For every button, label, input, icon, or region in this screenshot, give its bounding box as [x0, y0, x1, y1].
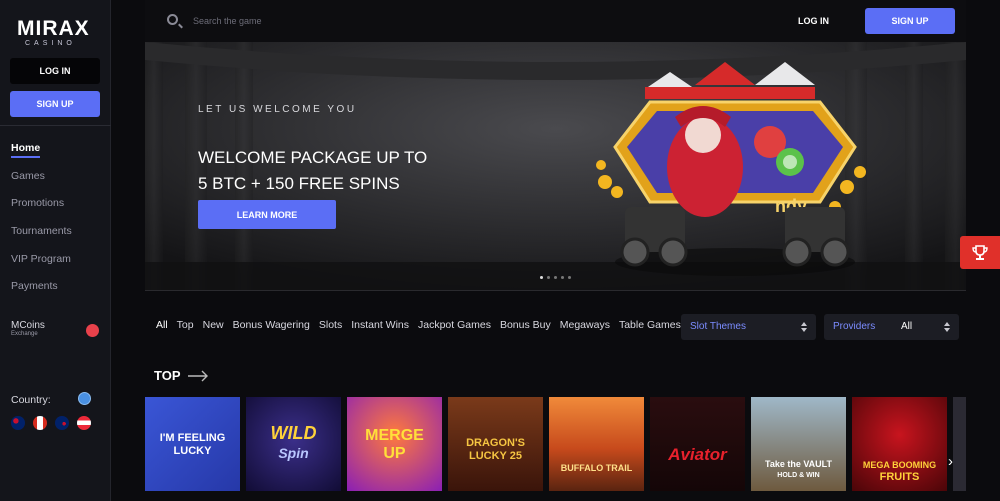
game-title-line: MEGA BOOMING [862, 460, 937, 470]
game-title-line: FRUITS [879, 471, 920, 483]
canada-flag-icon[interactable] [33, 416, 47, 430]
candy-monsta-artwork: ndy [596, 62, 866, 276]
sidebar-divider [0, 125, 111, 126]
carousel-dot[interactable] [561, 276, 564, 279]
chevron-up-down-icon [801, 322, 807, 332]
mcoins-link[interactable]: MCoins Exchange [11, 320, 45, 337]
tournaments-widget-button[interactable] [960, 236, 1000, 269]
game-title: WILD Spin [246, 423, 341, 463]
mirax-logo[interactable]: MIRAX CASINO [17, 18, 92, 48]
search-input[interactable] [193, 12, 493, 30]
sidebar-item-games[interactable]: Games [11, 168, 72, 196]
game-title-line: BUFFALO TRAIL [560, 463, 633, 473]
game-title-line: DRAGON'S [466, 437, 525, 449]
new-zealand-flag-icon[interactable] [55, 416, 69, 430]
game-title: BUFFALO TRAIL [549, 463, 644, 474]
category-filters: All Top New Bonus Wagering Slots Instant… [156, 319, 681, 331]
sidebar: MIRAX CASINO LOG IN SIGN UP Home Games P… [0, 0, 111, 501]
carousel-dot[interactable] [554, 276, 557, 279]
game-card-aviator[interactable]: Aviator [650, 397, 745, 491]
filter-bonus-buy[interactable]: Bonus Buy [500, 319, 551, 331]
sidebar-nav: Home Games Promotions Tournaments VIP Pr… [11, 140, 72, 306]
australia-flag-icon[interactable] [11, 416, 25, 430]
sidebar-item-tournaments[interactable]: Tournaments [11, 223, 72, 251]
banner-title-line-1: WELCOME PACKAGE UP TO [198, 148, 428, 167]
filter-all[interactable]: All [156, 319, 168, 331]
slot-themes-select[interactable]: Slot Themes [681, 314, 816, 340]
filter-instant-wins[interactable]: Instant Wins [351, 319, 409, 331]
trophy-icon [972, 244, 988, 260]
game-card-wild-spin[interactable]: WILD Spin [246, 397, 341, 491]
game-card-im-feeling-lucky[interactable]: I'M FEELING LUCKY [145, 397, 240, 491]
carousel-dot[interactable] [568, 276, 571, 279]
sidebar-item-vip-program[interactable]: VIP Program [11, 251, 72, 279]
chevron-right-icon[interactable]: › [948, 453, 953, 470]
game-title-line: I'M FEELING [159, 432, 226, 444]
header-signup-button[interactable]: SIGN UP [865, 8, 955, 34]
game-title: DRAGON'S LUCKY 25 [448, 437, 543, 463]
game-title: MEGA BOOMING FRUITS [852, 459, 947, 483]
game-title: MERGE UP [347, 427, 442, 463]
filter-table-games[interactable]: Table Games [619, 319, 681, 331]
carousel-dot[interactable] [540, 276, 543, 279]
header-login-button[interactable]: LOG IN [786, 12, 841, 30]
top-bar: LOG IN SIGN UP [145, 0, 966, 42]
game-card-merge-up[interactable]: MERGE UP [347, 397, 442, 491]
top-games-row: I'M FEELING LUCKY WILD Spin MERGE UP DRA… [145, 397, 966, 491]
game-title-line: MERGE [365, 427, 424, 444]
game-title: Aviator [650, 445, 745, 464]
sidebar-signup-button[interactable]: SIGN UP [10, 91, 100, 117]
mcoins-label: MCoins [11, 320, 45, 331]
filter-slots[interactable]: Slots [319, 319, 342, 331]
game-title-line: WILD [270, 423, 317, 443]
carousel-dot[interactable] [547, 276, 550, 279]
arrow-right-icon[interactable] [187, 368, 209, 384]
welcome-banner[interactable]: ndy LET US WELCOME YOU WELCOME PACKAGE U… [145, 42, 966, 291]
game-card-mega-booming-fruits[interactable]: MEGA BOOMING FRUITS [852, 397, 947, 491]
game-card-partial[interactable] [953, 397, 966, 491]
carousel-dots [540, 276, 571, 279]
country-flags [11, 416, 91, 430]
search-icon[interactable] [167, 14, 178, 25]
mcoins-badge-icon [86, 324, 99, 337]
filter-new[interactable]: New [203, 319, 224, 331]
sidebar-item-label: Home [11, 142, 41, 158]
banner-title-line-2: 5 BTC + 150 FREE SPINS [198, 174, 400, 193]
providers-select[interactable]: Providers All [824, 314, 959, 340]
game-title-line: LUCKY 25 [469, 450, 522, 462]
country-label: Country: [11, 394, 51, 406]
filter-top[interactable]: Top [177, 319, 194, 331]
sidebar-item-home[interactable]: Home [11, 140, 72, 168]
filter-bonus-wagering[interactable]: Bonus Wagering [233, 319, 310, 331]
game-title-line: Take the VAULT [764, 459, 832, 469]
logo-subtitle: CASINO [25, 40, 76, 47]
game-title: I'M FEELING LUCKY [145, 432, 240, 458]
game-title-line: UP [383, 445, 406, 462]
slot-themes-label: Slot Themes [690, 321, 746, 332]
providers-value: All [901, 321, 913, 332]
game-title-line: LUCKY [173, 445, 212, 457]
austria-flag-icon[interactable] [77, 416, 91, 430]
filter-jackpot-games[interactable]: Jackpot Games [418, 319, 491, 331]
sidebar-item-promotions[interactable]: Promotions [11, 195, 72, 223]
providers-label: Providers [833, 321, 876, 332]
game-card-dragons-lucky-25[interactable]: DRAGON'S LUCKY 25 [448, 397, 543, 491]
game-title-line: HOLD & WIN [777, 472, 820, 479]
sidebar-item-payments[interactable]: Payments [11, 278, 72, 306]
banner-tagline: LET US WELCOME YOU [198, 104, 357, 115]
game-title-line: Spin [278, 445, 309, 461]
section-title-top[interactable]: TOP [154, 368, 181, 383]
sidebar-login-button[interactable]: LOG IN [10, 58, 100, 84]
game-title: Take the VAULT HOLD & WIN [751, 459, 846, 481]
game-card-buffalo-trail[interactable]: BUFFALO TRAIL [549, 397, 644, 491]
logo-wordmark: MIRAX [17, 17, 90, 40]
learn-more-button[interactable]: LEARN MORE [198, 200, 336, 229]
filter-megaways[interactable]: Megaways [560, 319, 610, 331]
chevron-up-down-icon [944, 322, 950, 332]
globe-icon[interactable] [78, 392, 91, 405]
mcoins-sublabel: Exchange [11, 331, 38, 337]
game-card-take-the-vault[interactable]: Take the VAULT HOLD & WIN [751, 397, 846, 491]
game-title-line: Aviator [668, 445, 727, 464]
banner-title: WELCOME PACKAGE UP TO 5 BTC + 150 FREE S… [198, 145, 427, 197]
